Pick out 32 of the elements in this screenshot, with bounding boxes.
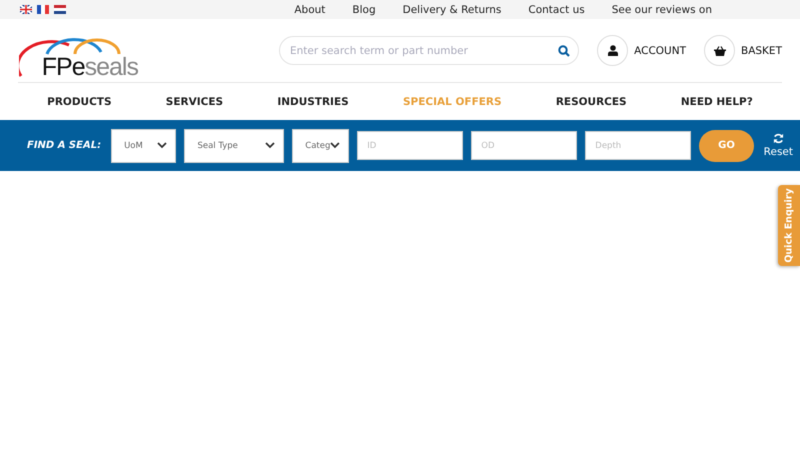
nav-link[interactable]: RESOURCES [556, 96, 627, 108]
select-field[interactable]: Categ [292, 128, 350, 162]
account-link[interactable]: ACCOUNT [597, 35, 686, 66]
nav-link[interactable]: SERVICES [166, 96, 224, 108]
refresh-icon [772, 133, 784, 144]
basket-icon [714, 46, 726, 56]
reset-link[interactable]: Reset [764, 133, 793, 158]
chevron-down-icon [157, 142, 168, 149]
nav-link[interactable]: PRODUCTS [47, 96, 112, 108]
select-field[interactable]: Seal Type [184, 128, 284, 162]
uk-flag-icon[interactable] [20, 5, 32, 14]
dimension-field[interactable]: ID [357, 131, 464, 160]
basket-link[interactable]: BASKET [704, 35, 782, 66]
dimension-field[interactable]: OD [471, 131, 578, 160]
top-link[interactable]: Delivery & Returns [402, 4, 502, 16]
select-field[interactable]: UoM [111, 128, 176, 162]
user-icon [608, 45, 618, 56]
chevron-down-icon [330, 142, 340, 149]
france-flag-icon[interactable] [37, 5, 49, 14]
nav-link[interactable]: INDUSTRIES [277, 96, 349, 108]
dimension-field[interactable]: Depth [585, 131, 692, 160]
top-link[interactable]: Contact us [528, 4, 585, 16]
nav-link[interactable]: NEED HELP? [680, 96, 753, 108]
search-icon[interactable] [558, 44, 570, 56]
top-link[interactable]: Blog [352, 4, 376, 16]
finder-label: FIND A SEAL: [27, 140, 102, 151]
chevron-down-icon [265, 142, 276, 149]
search-box[interactable]: Enter search term or part number [278, 36, 580, 65]
top-link[interactable]: About [294, 4, 326, 16]
top-link[interactable]: See our reviews on [612, 4, 712, 16]
netherlands-flag-icon[interactable] [54, 5, 66, 14]
logo[interactable]: FPeseals [19, 32, 138, 78]
